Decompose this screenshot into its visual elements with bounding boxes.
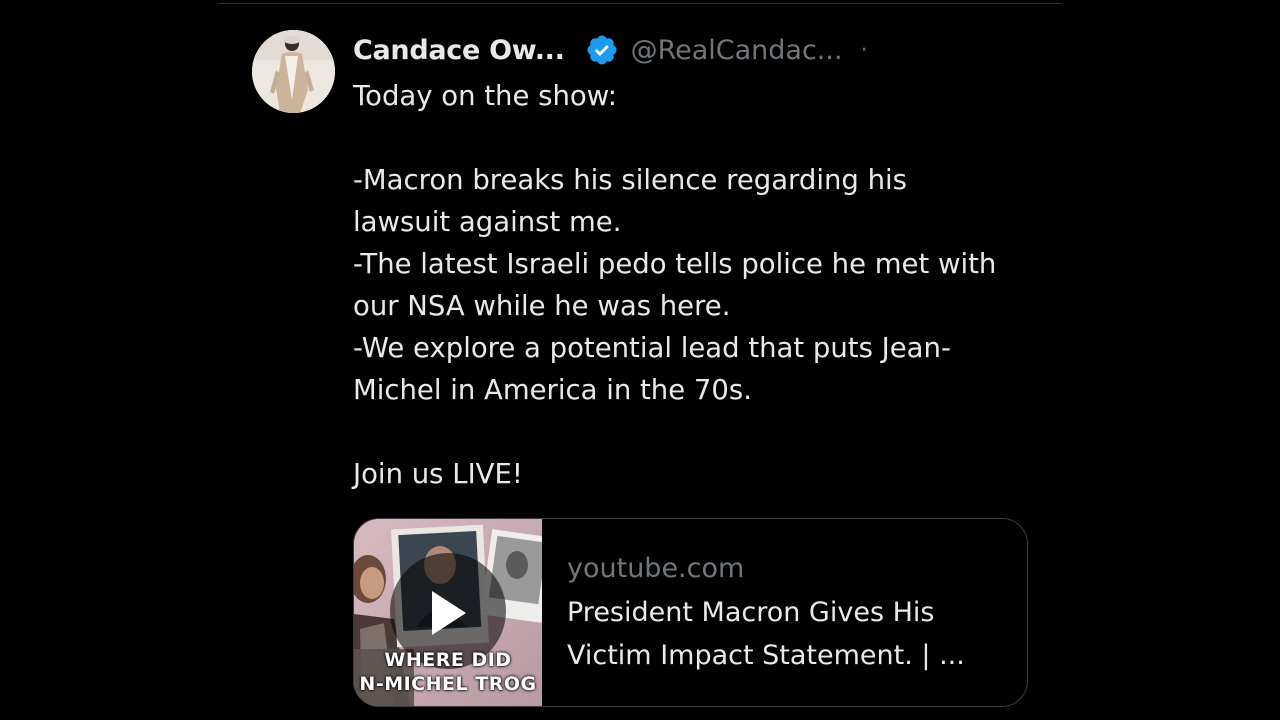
link-title[interactable]: President Macron Gives His [567,591,1007,634]
verified-badge-icon [585,33,619,67]
link-title[interactable]: Victim Impact Statement. | ... [567,634,1007,677]
link-domain: youtube.com [567,553,745,584]
tweet-line: -Macron breaks his silence regarding his [353,164,907,196]
tweet-line: -The latest Israeli pedo tells police he… [353,248,997,280]
video-thumbnail[interactable]: WHERE DID N-MICHEL TROG [354,519,542,706]
link-card-text: youtube.com President Macron Gives His V… [567,547,1007,677]
tweet-header: Candace Ow... @RealCandac... · [353,28,868,72]
avatar[interactable] [252,30,335,113]
author-name[interactable]: Candace Ow... [353,35,565,66]
avatar-image [252,30,335,113]
tweet-line [353,117,1033,159]
thumbnail-caption: N-MICHEL TROG [359,673,537,695]
tweet-line: our NSA while he was here. [353,290,731,322]
top-divider [219,3,1061,4]
tweet-line [353,411,1033,453]
tweet-text: Today on the show: -Macron breaks his si… [353,75,1033,495]
header-separator: · [860,37,868,63]
tweet-line: Michel in America in the 70s. [353,374,752,406]
tweet-line: -We explore a potential lead that puts J… [353,332,951,364]
tweet-line: Today on the show: [353,80,617,112]
thumbnail-caption: WHERE DID [384,649,512,671]
tweet-line: Join us LIVE! [353,458,523,490]
tweet-line: lawsuit against me. [353,206,622,238]
author-handle[interactable]: @RealCandac... [631,35,843,66]
link-preview-card[interactable]: WHERE DID N-MICHEL TROG youtube.com Pres… [353,518,1028,707]
